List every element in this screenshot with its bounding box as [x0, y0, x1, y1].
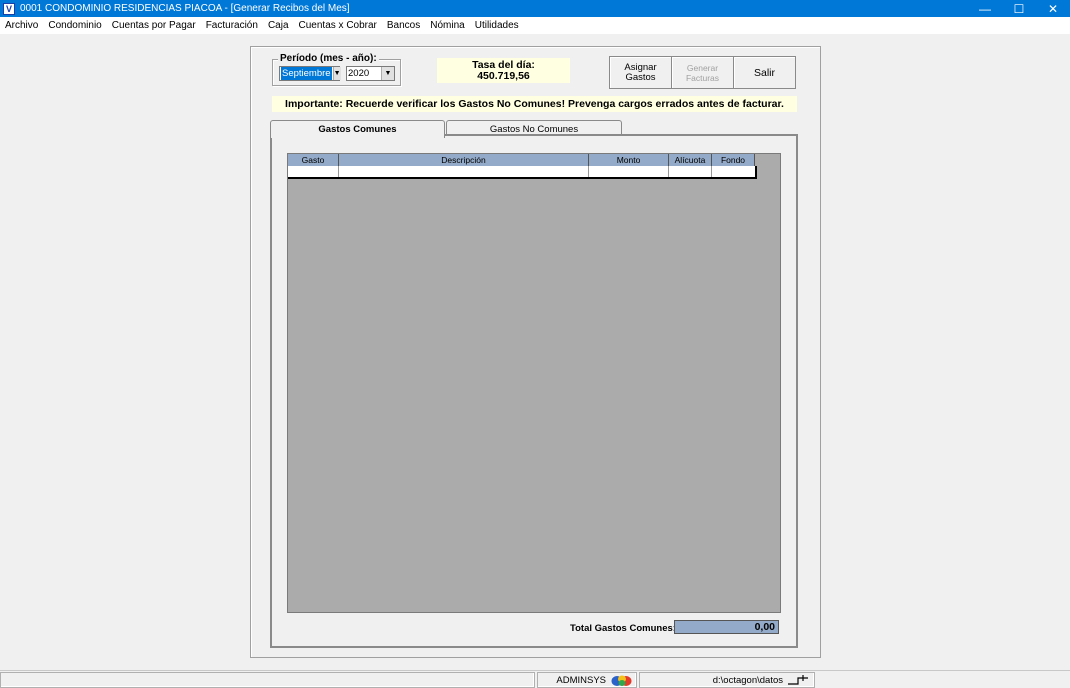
- menu-bar: Archivo Condominio Cuentas por Pagar Fac…: [0, 17, 1070, 34]
- cell-alicuota[interactable]: [669, 166, 712, 177]
- maximize-button[interactable]: ☐: [1002, 0, 1036, 17]
- column-header-descripcion[interactable]: Descripción: [339, 154, 589, 166]
- exchange-rate-box: Tasa del día: 450.719,56: [437, 58, 570, 83]
- status-panel-app: ADMINSYS: [537, 672, 637, 688]
- generate-label-line2: Facturas: [685, 72, 720, 83]
- status-app-name: ADMINSYS: [556, 674, 606, 686]
- chevron-down-icon[interactable]: ▼: [332, 67, 341, 80]
- generate-label-line1: Generar: [686, 62, 719, 73]
- cell-gasto[interactable]: [288, 166, 339, 177]
- month-value: Septiembre: [281, 67, 332, 80]
- rate-value: 450.719,56: [477, 69, 530, 82]
- adminsys-logo-icon: [611, 675, 632, 686]
- total-label: Total Gastos Comunes:: [570, 623, 676, 634]
- generate-receipts-form: Período (mes - año): Septiembre ▼ 2020 ▼…: [250, 46, 821, 658]
- tab-page-gastos-comunes: Gasto Descripción Monto Alícuota Fondo T…: [270, 134, 798, 648]
- total-value: 0,00: [674, 620, 779, 634]
- menu-caja[interactable]: Caja: [263, 20, 294, 31]
- column-header-alicuota[interactable]: Alícuota: [669, 154, 712, 166]
- column-header-gasto[interactable]: Gasto: [288, 154, 339, 166]
- column-header-monto[interactable]: Monto: [589, 154, 669, 166]
- column-header-fondo[interactable]: Fondo: [712, 154, 755, 166]
- menu-utilidades[interactable]: Utilidades: [470, 20, 524, 31]
- menu-nomina[interactable]: Nómina: [425, 20, 469, 31]
- cell-descripcion[interactable]: [339, 166, 589, 177]
- tab-gastos-comunes[interactable]: Gastos Comunes: [270, 120, 445, 138]
- chevron-down-icon[interactable]: ▼: [381, 67, 394, 80]
- menu-condominio[interactable]: Condominio: [43, 20, 106, 31]
- title-bar: V 0001 CONDOMINIO RESIDENCIAS PIACOA - […: [0, 0, 1070, 17]
- window-title: 0001 CONDOMINIO RESIDENCIAS PIACOA - [Ge…: [20, 3, 350, 14]
- close-button[interactable]: ✕: [1036, 0, 1070, 17]
- menu-facturacion[interactable]: Facturación: [201, 20, 263, 31]
- rate-label: Tasa del día:: [472, 58, 535, 71]
- cell-monto[interactable]: [589, 166, 669, 177]
- important-notice: Importante: Recuerde verificar los Gasto…: [272, 96, 797, 112]
- year-select[interactable]: 2020 ▼: [346, 66, 395, 81]
- app-icon: V: [3, 2, 15, 15]
- cell-fondo[interactable]: [712, 166, 755, 177]
- generate-invoices-button[interactable]: Generar Facturas: [672, 57, 734, 88]
- status-data-path: d:\octagon\datos: [712, 674, 783, 686]
- status-bar: ADMINSYS d:\octagon\datos: [0, 670, 1070, 688]
- action-toolbar: Asignar Gastos Generar Facturas Salir: [609, 56, 796, 89]
- grid-header: Gasto Descripción Monto Alícuota Fondo: [288, 154, 755, 166]
- exit-button[interactable]: Salir: [734, 57, 795, 88]
- network-drive-icon: [788, 675, 808, 685]
- assign-expenses-button[interactable]: Asignar Gastos: [610, 57, 672, 88]
- menu-archivo[interactable]: Archivo: [0, 20, 43, 31]
- minimize-button[interactable]: —: [968, 0, 1002, 17]
- month-select[interactable]: Septiembre ▼: [279, 66, 341, 81]
- menu-cuentas-x-cobrar[interactable]: Cuentas x Cobrar: [294, 20, 382, 31]
- period-group: Período (mes - año): Septiembre ▼ 2020 ▼: [272, 53, 401, 86]
- table-row[interactable]: [288, 166, 757, 179]
- status-panel-path: d:\octagon\datos: [639, 672, 815, 688]
- status-panel-message: [0, 672, 535, 688]
- menu-cuentas-por-pagar[interactable]: Cuentas por Pagar: [107, 20, 201, 31]
- window-controls: — ☐ ✕: [968, 0, 1070, 17]
- expenses-grid[interactable]: Gasto Descripción Monto Alícuota Fondo: [287, 153, 781, 613]
- year-value: 2020: [348, 68, 370, 79]
- menu-bancos[interactable]: Bancos: [382, 20, 425, 31]
- period-legend: Período (mes - año):: [278, 53, 379, 64]
